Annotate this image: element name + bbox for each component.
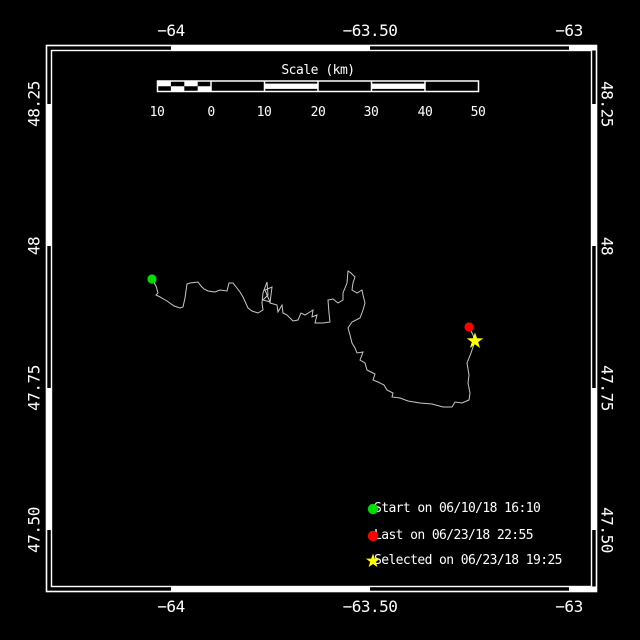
y-tick-label-left-48: 48 bbox=[24, 236, 44, 256]
scale-bar-title: Scale (km) bbox=[281, 63, 355, 78]
y-tick-label-right-48: 48 bbox=[597, 236, 617, 256]
selected-point-star-marker[interactable] bbox=[466, 332, 484, 348]
scale-num-40: 40 bbox=[417, 105, 433, 120]
x-tick-label-top-64: −64 bbox=[157, 21, 185, 40]
track-map-figure: −64 −63.50 −63 −64 −63.50 −63 48.25 48 4… bbox=[0, 0, 640, 640]
y-tick-label-left-4750: 47.50 bbox=[24, 507, 44, 553]
scale-num-0: 0 bbox=[207, 105, 215, 120]
legend-item-last: Last on 06/23/18 22:55 bbox=[364, 527, 534, 544]
legend-label-start: Start on 06/10/18 16:10 bbox=[374, 501, 541, 516]
scale-bar bbox=[156, 80, 480, 93]
x-tick-label-top-63: −63 bbox=[555, 21, 583, 40]
start-point-marker[interactable] bbox=[147, 274, 157, 284]
legend-item-start: Start on 06/10/18 16:10 bbox=[364, 500, 541, 517]
x-tick-label-top-6350: −63.50 bbox=[342, 21, 398, 40]
scale-num-10: 10 bbox=[256, 105, 272, 120]
scale-num-20: 20 bbox=[310, 105, 326, 120]
map-canvas[interactable] bbox=[0, 0, 640, 640]
y-tick-label-left-4825: 48.25 bbox=[24, 81, 44, 127]
x-tick-label-bottom-63: −63 bbox=[555, 597, 583, 616]
track-layer[interactable] bbox=[147, 270, 484, 408]
x-tick-label-bottom-64: −64 bbox=[157, 597, 185, 616]
last-point-marker[interactable] bbox=[464, 322, 474, 332]
scale-num-10l: 10 bbox=[149, 105, 165, 120]
scale-num-50: 50 bbox=[470, 105, 486, 120]
x-tick-label-bottom-6350: −63.50 bbox=[342, 597, 398, 616]
selected-star-icon bbox=[365, 553, 381, 568]
legend-label-last: Last on 06/23/18 22:55 bbox=[374, 527, 534, 543]
y-tick-label-left-4775: 47.75 bbox=[24, 365, 44, 411]
last-marker-icon bbox=[367, 530, 379, 541]
y-tick-label-right-4750: 47.50 bbox=[597, 507, 617, 553]
y-tick-label-right-4775: 47.75 bbox=[597, 365, 617, 411]
start-marker-icon bbox=[367, 503, 379, 515]
track-path[interactable] bbox=[151, 270, 476, 408]
scale-num-30: 30 bbox=[363, 105, 379, 120]
legend-label-selected: Selected on 06/23/18 19:25 bbox=[374, 553, 563, 568]
y-tick-label-right-4825: 48.25 bbox=[597, 81, 617, 127]
legend-item-selected: Selected on 06/23/18 19:25 bbox=[364, 552, 563, 569]
